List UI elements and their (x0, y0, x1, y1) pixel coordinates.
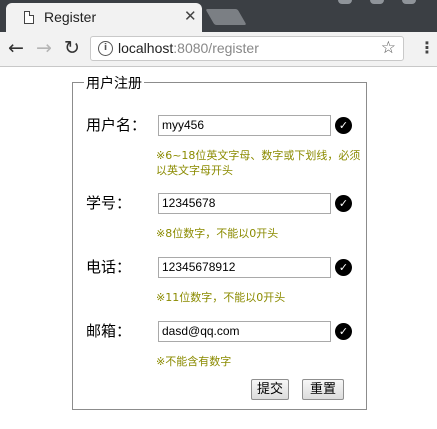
forward-arrow-icon[interactable]: → (36, 38, 52, 58)
reload-icon[interactable]: ↻ (64, 38, 80, 58)
tab-register[interactable]: Register ✕ (6, 3, 202, 32)
phone-input[interactable]: 12345678912 (158, 257, 331, 278)
close-icon[interactable]: ✕ (184, 7, 197, 25)
menu-icon[interactable]: ⋮ (419, 40, 435, 56)
tab-bar: Register ✕ (0, 0, 437, 32)
address-bar[interactable]: i localhost:8080/register ☆ (90, 36, 404, 61)
document-icon (24, 11, 34, 24)
new-tab-button[interactable] (205, 9, 247, 25)
star-icon[interactable]: ☆ (381, 38, 396, 58)
url-path: :8080/register (173, 40, 259, 56)
form-legend: 用户注册 (84, 73, 144, 93)
check-circle-icon: ✓ (335, 323, 352, 340)
username-label: 用户名： (86, 116, 147, 134)
close-window-icon[interactable] (402, 0, 416, 4)
username-input[interactable]: myy456 (158, 115, 331, 136)
email-input[interactable]: dasd@qq.com (158, 321, 331, 342)
browser-toolbar: ← → ↻ i localhost:8080/register ☆ ⋮ (0, 32, 437, 67)
tab-title: Register (44, 9, 97, 25)
minimize-window-icon[interactable] (338, 0, 352, 4)
check-circle-icon: ✓ (335, 259, 352, 276)
url-text[interactable]: localhost:8080/register (118, 40, 259, 56)
phone-label: 电话： (86, 258, 132, 276)
phone-hint: ※11位数字，不能以0开头 (156, 291, 286, 304)
submit-button[interactable]: 提交 (251, 379, 289, 400)
student-id-hint: ※8位数字，不能以0开头 (156, 227, 279, 240)
reset-button[interactable]: 重置 (302, 379, 344, 400)
email-label: 邮箱： (86, 322, 132, 340)
info-icon[interactable]: i (98, 41, 113, 56)
student-id-input[interactable]: 12345678 (158, 193, 331, 214)
check-circle-icon: ✓ (335, 195, 352, 212)
check-circle-icon: ✓ (335, 117, 352, 134)
username-hint: ※6~18位英文字母、数字或下划线，必须以英文字母开头 (156, 149, 361, 177)
maximize-window-icon[interactable] (370, 0, 384, 4)
email-hint: ※不能含有数字 (156, 355, 232, 368)
url-host: localhost (118, 40, 174, 56)
student-id-label: 学号： (86, 194, 132, 212)
back-arrow-icon[interactable]: ← (8, 38, 24, 58)
